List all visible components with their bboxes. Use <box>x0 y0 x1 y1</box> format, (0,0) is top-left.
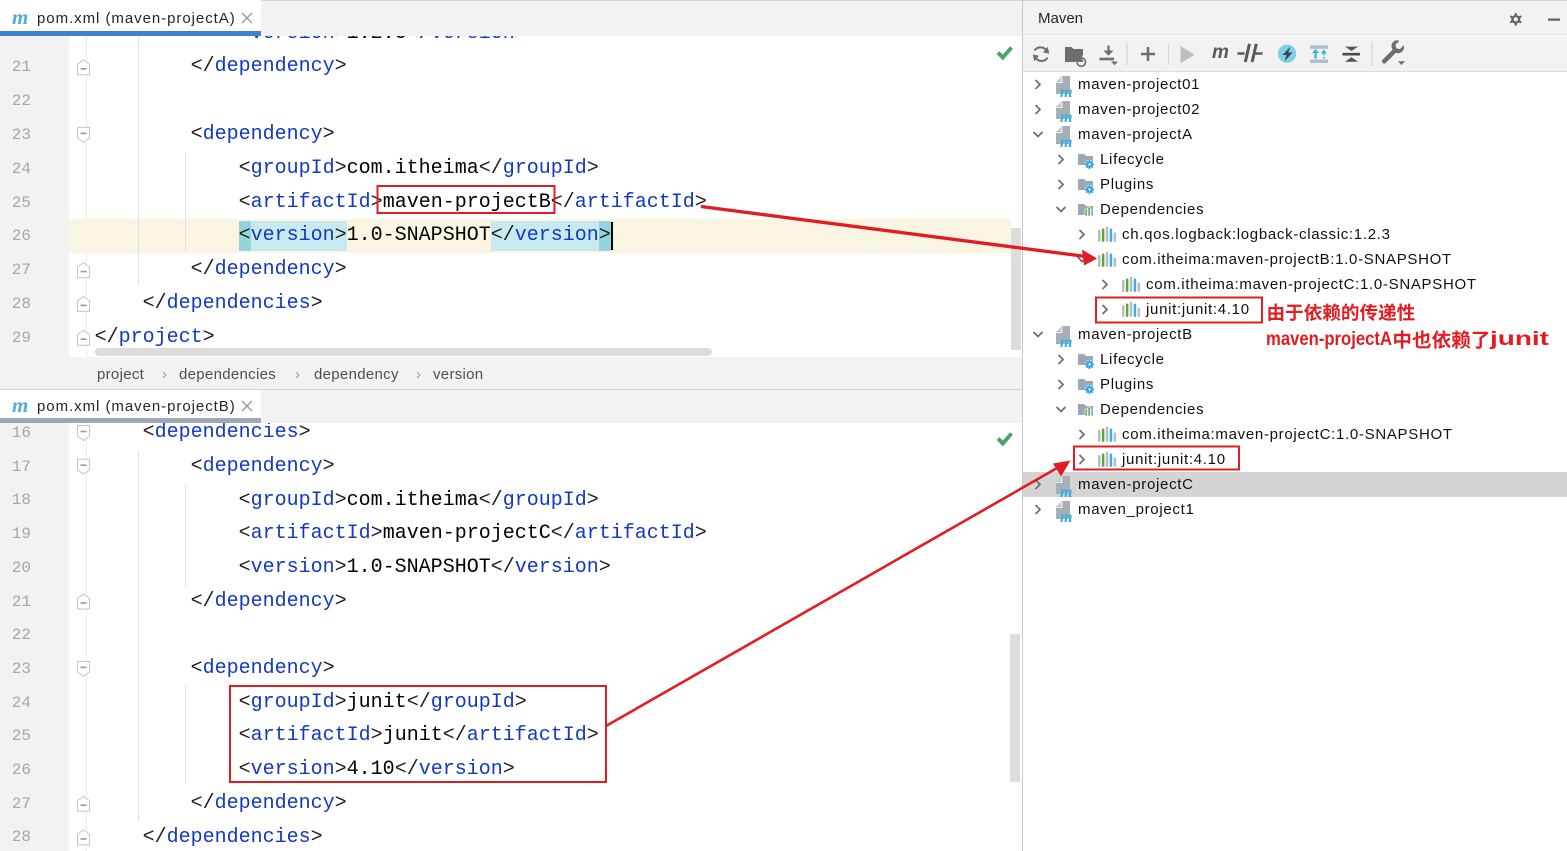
svg-text:maven-projectA: maven-projectA <box>1266 329 1392 350</box>
svg-text:junit: junit <box>1489 329 1550 350</box>
